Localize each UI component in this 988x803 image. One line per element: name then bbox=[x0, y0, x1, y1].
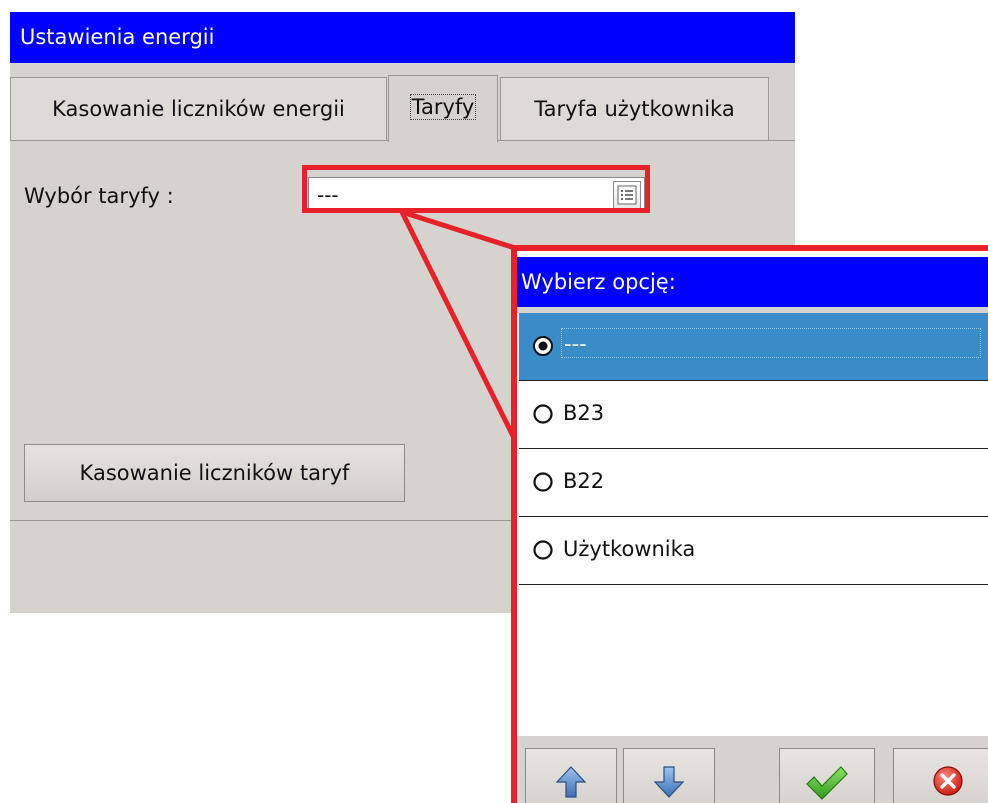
option-item-none[interactable]: --- bbox=[519, 313, 988, 381]
cancel-icon bbox=[933, 766, 963, 796]
tab-tariffs[interactable]: Taryfy bbox=[388, 75, 498, 142]
option-item-user[interactable]: Użytkownika bbox=[519, 517, 988, 585]
confirm-button[interactable] bbox=[779, 748, 875, 803]
tab-label: Kasowanie liczników energii bbox=[52, 97, 345, 121]
dialog-toolbar bbox=[517, 736, 988, 803]
option-item-b23[interactable]: B23 bbox=[519, 381, 988, 449]
tariff-select-label: Wybór taryfy : bbox=[24, 184, 174, 208]
tab-energy-counters-reset[interactable]: Kasowanie liczników energii bbox=[10, 77, 387, 141]
callout-highlight bbox=[302, 165, 650, 213]
tab-user-tariff[interactable]: Taryfa użytkownika bbox=[500, 77, 769, 141]
dialog-title: Wybierz opcję: bbox=[517, 257, 988, 307]
move-down-button[interactable] bbox=[623, 748, 715, 803]
tab-label: Taryfy bbox=[409, 94, 477, 120]
check-icon bbox=[806, 766, 848, 800]
option-label: Użytkownika bbox=[563, 537, 696, 561]
option-label: B23 bbox=[563, 401, 605, 425]
tab-label: Taryfa użytkownika bbox=[534, 97, 735, 121]
cancel-button[interactable] bbox=[893, 748, 988, 803]
arrow-up-icon bbox=[555, 766, 587, 798]
radio-unchecked-icon bbox=[533, 540, 553, 560]
radio-unchecked-icon bbox=[533, 404, 553, 424]
radio-unchecked-icon bbox=[533, 472, 553, 492]
option-item-b22[interactable]: B22 bbox=[519, 449, 988, 517]
option-label: --- bbox=[561, 328, 981, 358]
option-picker-dialog: Wybierz opcję: --- B23 B22 Użytkownika bbox=[511, 245, 988, 803]
arrow-down-icon bbox=[653, 766, 685, 798]
reset-tariff-counters-button[interactable]: Kasowanie liczników taryf bbox=[24, 444, 405, 502]
window-title: Ustawienia energii bbox=[10, 12, 795, 63]
move-up-button[interactable] bbox=[525, 748, 617, 803]
radio-checked-icon bbox=[533, 336, 553, 356]
option-label: B22 bbox=[563, 469, 605, 493]
